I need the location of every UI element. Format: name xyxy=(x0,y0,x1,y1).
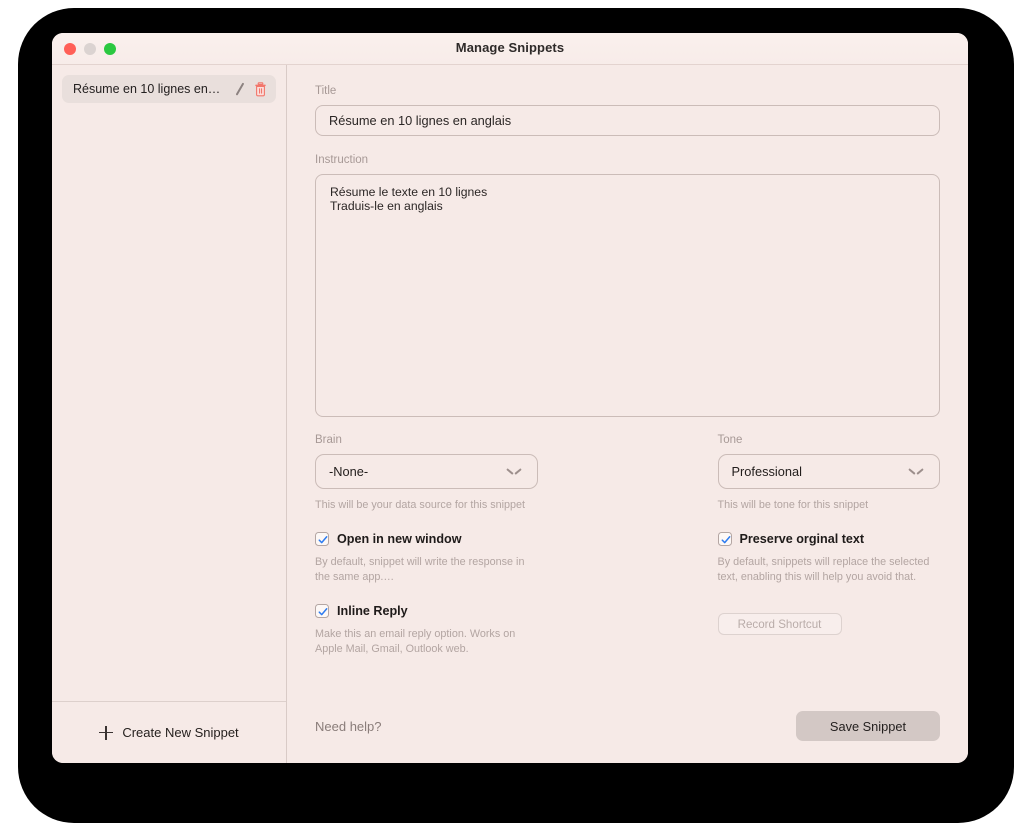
window-title: Manage Snippets xyxy=(455,40,565,55)
chevron-down-icon xyxy=(910,468,922,475)
instruction-textarea[interactable]: Résume le texte en 10 lignes Traduis-le … xyxy=(315,174,940,417)
options-column-left: Brain -None- This will be your data sour… xyxy=(315,434,628,658)
pencil-icon[interactable] xyxy=(232,81,248,97)
save-snippet-button[interactable]: Save Snippet xyxy=(796,711,940,741)
preserve-original-text-hint: By default, snippets will replace the se… xyxy=(717,556,930,584)
inline-reply-row[interactable]: Inline Reply xyxy=(315,604,538,619)
chevron-down-icon xyxy=(508,468,520,475)
main-footer: Need help? Save Snippet xyxy=(315,711,940,741)
brain-label: Brain xyxy=(315,434,342,446)
tone-select[interactable]: Professional xyxy=(717,454,940,489)
brain-hint: This will be your data source for this s… xyxy=(315,499,526,511)
record-shortcut-label: Record Shortcut xyxy=(737,617,822,631)
sidebar-footer: Create New Snippet xyxy=(52,701,286,763)
open-in-new-window-row[interactable]: Open in new window xyxy=(315,532,538,547)
brain-select-value: -None- xyxy=(329,464,369,479)
preserve-original-text-row[interactable]: Preserve orginal text xyxy=(717,532,941,547)
title-input[interactable]: Résume en 10 lignes en anglais xyxy=(315,105,940,136)
title-input-value: Résume en 10 lignes en anglais xyxy=(329,113,512,128)
trash-icon[interactable] xyxy=(254,81,267,97)
snippet-list: Résume en 10 lignes en… xyxy=(52,65,286,701)
preserve-original-text-label: Preserve orginal text xyxy=(739,532,865,547)
save-snippet-label: Save Snippet xyxy=(829,718,907,734)
window-body: Résume en 10 lignes en… Create New Snipp… xyxy=(52,65,968,763)
create-new-snippet-button[interactable]: Create New Snippet xyxy=(99,725,239,740)
tone-select-value: Professional xyxy=(731,464,802,479)
preserve-original-text-checkbox[interactable] xyxy=(717,532,732,547)
plus-icon xyxy=(99,725,114,740)
tone-hint: This will be tone for this snippet xyxy=(717,499,869,511)
inline-reply-checkbox[interactable] xyxy=(315,604,329,619)
brain-select[interactable]: -None- xyxy=(315,454,538,489)
manage-snippets-window: Manage Snippets Résume en 10 lignes en… xyxy=(52,33,968,763)
create-new-snippet-label: Create New Snippet xyxy=(122,725,239,740)
title-label: Title xyxy=(315,85,337,97)
list-item[interactable]: Résume en 10 lignes en… xyxy=(62,75,276,103)
inline-reply-label: Inline Reply xyxy=(337,604,408,619)
window-titlebar: Manage Snippets xyxy=(52,33,968,65)
instruction-label: Instruction xyxy=(315,154,369,166)
sidebar: Résume en 10 lignes en… Create New Snipp… xyxy=(52,65,287,763)
open-in-new-window-checkbox[interactable] xyxy=(315,532,329,547)
options-column-right: Tone Professional This will be tone for … xyxy=(628,434,941,658)
instruction-field-group: Instruction Résume le texte en 10 lignes… xyxy=(315,136,940,417)
tone-label: Tone xyxy=(717,434,743,446)
inline-reply-hint: Make this an email reply option. Works o… xyxy=(315,628,516,656)
snippet-title: Résume en 10 lignes en… xyxy=(73,82,221,96)
open-in-new-window-hint: By default, snippet will write the respo… xyxy=(315,556,525,584)
need-help-link[interactable]: Need help? xyxy=(315,719,382,734)
title-field-group: Title Résume en 10 lignes en anglais xyxy=(315,65,940,136)
main-panel: Title Résume en 10 lignes en anglais Ins… xyxy=(287,65,968,763)
open-in-new-window-label: Open in new window xyxy=(337,532,462,547)
record-shortcut-button[interactable]: Record Shortcut xyxy=(717,613,842,636)
options-columns: Brain -None- This will be your data sour… xyxy=(315,417,940,658)
